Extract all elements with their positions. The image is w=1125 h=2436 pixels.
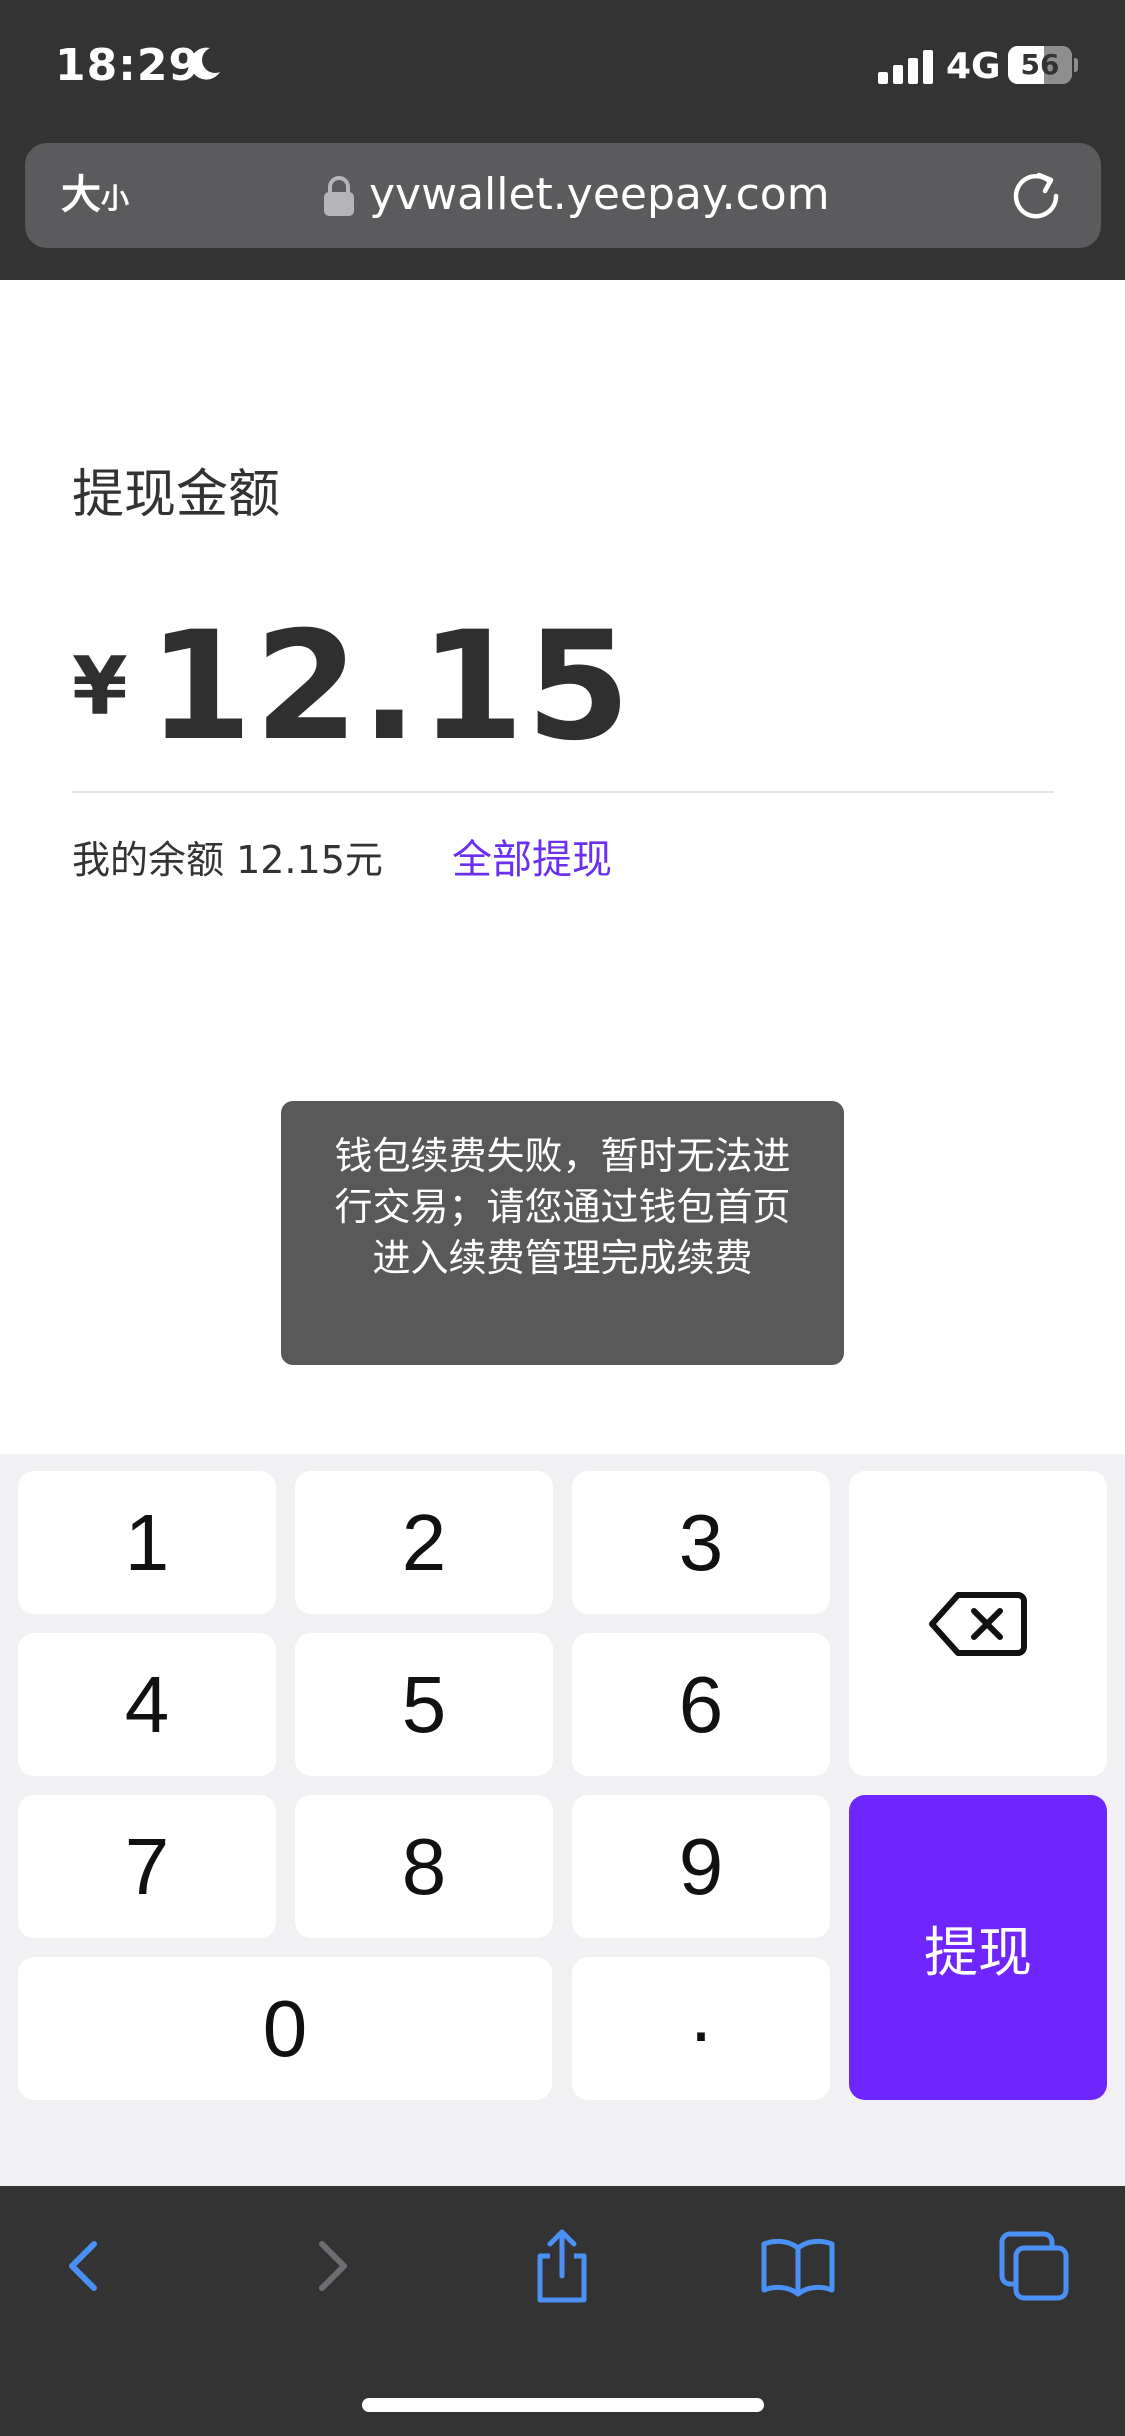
text-size-small: 小 (101, 182, 130, 215)
withdraw-amount-title: 提现金额 (72, 465, 281, 525)
key-7[interactable]: 7 (18, 1795, 276, 1938)
forward-icon[interactable] (290, 2226, 370, 2306)
battery-icon: 56 (1008, 46, 1078, 84)
numeric-keypad: 1 2 3 4 5 6 7 8 9 提现 0 . (0, 1454, 1125, 2186)
withdraw-submit-button[interactable]: 提现 (849, 1795, 1107, 2100)
key-8[interactable]: 8 (295, 1795, 553, 1938)
error-toast: 钱包续费失败，暂时无法进行交易；请您通过钱包首页进入续费管理完成续费 (281, 1101, 844, 1365)
bookmarks-icon[interactable] (758, 2226, 838, 2306)
battery-level: 56 (1020, 48, 1060, 81)
home-indicator (362, 2398, 764, 2412)
address-bar[interactable]: 大小 yvwallet.yeepay.com (25, 143, 1101, 248)
status-time: 18:29 (55, 40, 201, 91)
text-size-button[interactable]: 大小 (61, 169, 129, 221)
lock-icon (324, 176, 354, 216)
key-0[interactable]: 0 (18, 1957, 552, 2100)
url-text[interactable]: yvwallet.yeepay.com (369, 165, 830, 225)
text-size-large: 大 (61, 172, 101, 218)
key-2[interactable]: 2 (295, 1471, 553, 1614)
backspace-button[interactable] (849, 1471, 1107, 1776)
key-decimal[interactable]: . (572, 1957, 830, 2100)
tabs-icon[interactable] (994, 2226, 1074, 2306)
key-1[interactable]: 1 (18, 1471, 276, 1614)
balance-text: 我的余额 12.15元 (72, 838, 383, 882)
signal-icon (878, 50, 933, 84)
share-icon[interactable] (522, 2226, 602, 2306)
reload-icon[interactable] (1009, 169, 1063, 223)
key-9[interactable]: 9 (572, 1795, 830, 1938)
amount-divider (72, 791, 1054, 793)
browser-chrome: 18:29 4G 56 大小 yvwallet.yeepay.com (0, 0, 1125, 280)
key-3[interactable]: 3 (572, 1471, 830, 1614)
key-4[interactable]: 4 (18, 1633, 276, 1776)
backspace-icon (929, 1591, 1027, 1656)
network-label: 4G (946, 46, 1001, 87)
withdraw-all-link[interactable]: 全部提现 (452, 832, 612, 888)
amount-value[interactable]: 12.15 (148, 600, 632, 774)
currency-symbol: ¥ (72, 640, 128, 733)
key-6[interactable]: 6 (572, 1633, 830, 1776)
status-bar: 18:29 4G 56 (0, 0, 1125, 140)
back-icon[interactable] (46, 2226, 126, 2306)
key-5[interactable]: 5 (295, 1633, 553, 1776)
moon-icon (190, 47, 220, 80)
